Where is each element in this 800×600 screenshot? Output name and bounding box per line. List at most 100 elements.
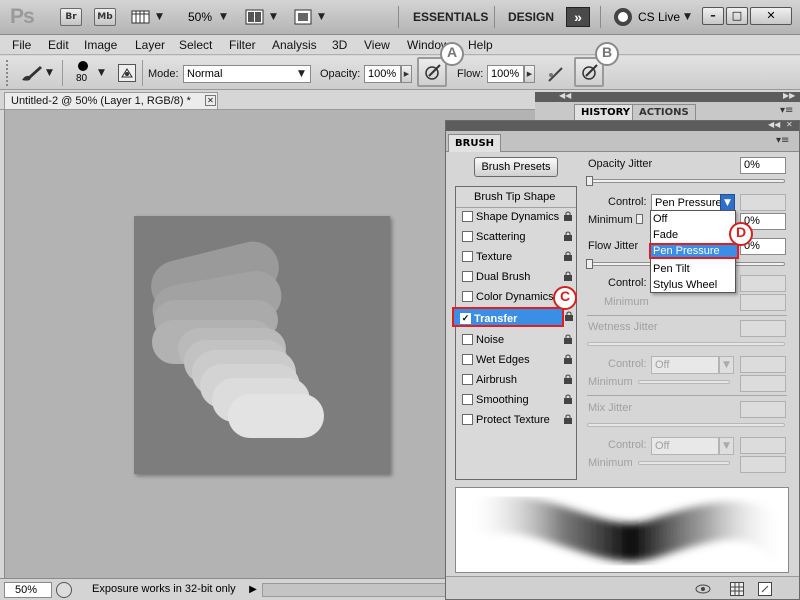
arrange-documents-icon[interactable]: [244, 8, 266, 26]
history-panel-header[interactable]: ◀◀ ▶▶: [535, 91, 800, 102]
chevron-down-icon[interactable]: ▼: [98, 68, 105, 78]
chevron-down-icon[interactable]: ▼: [220, 12, 227, 22]
checkbox[interactable]: ✓: [460, 313, 471, 324]
document-canvas[interactable]: [134, 216, 390, 474]
status-zoom-input[interactable]: 50%: [4, 582, 52, 598]
brush-preview-icon[interactable]: [78, 61, 88, 71]
tab-history[interactable]: HISTORY: [574, 104, 638, 121]
checkbox[interactable]: [462, 231, 473, 242]
brush-panel-toggle-icon[interactable]: [118, 64, 136, 82]
status-arrow-icon[interactable]: ▶: [246, 582, 260, 598]
checkbox[interactable]: [462, 251, 473, 262]
new-brush-icon[interactable]: [758, 582, 772, 596]
brush-panel-header[interactable]: ◀◀ ✕: [446, 120, 799, 131]
dropdown-option-pen-tilt[interactable]: Pen Tilt: [651, 261, 735, 277]
menu-edit[interactable]: Edit: [48, 38, 69, 52]
menu-view[interactable]: View: [364, 38, 390, 52]
dropdown-option-stylus-wheel[interactable]: Stylus Wheel: [651, 277, 735, 293]
list-item-shape-dynamics[interactable]: Shape Dynamics: [456, 207, 576, 227]
cs-live-icon[interactable]: [614, 8, 632, 26]
photoshop-logo: Ps: [10, 5, 35, 28]
checkbox[interactable]: [462, 291, 473, 302]
grip-handle[interactable]: [6, 60, 12, 86]
dropdown-option-pen-pressure[interactable]: Pen Pressure: [649, 243, 739, 259]
panel-menu-icon[interactable]: ▾≡: [780, 105, 793, 116]
dropdown-option-off[interactable]: Off: [651, 211, 735, 227]
dropdown-option-fade[interactable]: Fade: [651, 227, 735, 243]
checkbox[interactable]: [462, 211, 473, 222]
minimize-button[interactable]: –: [702, 7, 724, 25]
airbrush-icon[interactable]: [545, 63, 567, 85]
flow-input[interactable]: 100%: [487, 65, 524, 83]
view-extras-icon[interactable]: [130, 8, 152, 26]
status-info-icon[interactable]: [56, 582, 72, 598]
list-item-wet-edges[interactable]: Wet Edges: [456, 350, 576, 370]
control-extra-field: [740, 275, 786, 292]
menu-select[interactable]: Select: [179, 38, 212, 52]
close-tab-icon[interactable]: ✕: [205, 95, 216, 106]
panel-menu-icon[interactable]: ▾≡: [776, 135, 789, 146]
document-tab[interactable]: Untitled-2 @ 50% (Layer 1, RGB/8) * ✕: [4, 92, 218, 110]
zoom-level[interactable]: 50%: [188, 10, 212, 24]
menu-image[interactable]: Image: [84, 38, 117, 52]
list-item-smoothing[interactable]: Smoothing: [456, 390, 576, 410]
menu-layer[interactable]: Layer: [135, 38, 165, 52]
chevron-down-icon[interactable]: ▼: [270, 12, 277, 22]
control-label-2: Control:: [608, 277, 647, 289]
slider-thumb[interactable]: [586, 176, 593, 186]
list-item-texture[interactable]: Texture: [456, 247, 576, 267]
opacity-slider-arrow-icon[interactable]: ▶: [401, 65, 412, 83]
mode-select[interactable]: Normal: [183, 65, 311, 83]
lock-icon[interactable]: [564, 311, 574, 321]
checkbox[interactable]: [462, 414, 473, 425]
workspace-essentials[interactable]: ESSENTIALS: [413, 10, 488, 24]
list-item-transfer[interactable]: ✓ Transfer: [452, 307, 564, 327]
chevron-down-icon[interactable]: ▼: [684, 12, 691, 22]
tab-brush[interactable]: BRUSH: [448, 134, 502, 152]
chevron-down-icon[interactable]: ▼: [298, 69, 305, 79]
slider-thumb[interactable]: [586, 259, 593, 269]
slider-thumb[interactable]: [636, 214, 643, 224]
menu-filter[interactable]: Filter: [229, 38, 256, 52]
cs-live-label[interactable]: CS Live: [638, 10, 680, 24]
checkbox[interactable]: [462, 394, 473, 405]
checkbox[interactable]: [462, 334, 473, 345]
tab-actions[interactable]: ACTIONS: [632, 104, 696, 121]
toggle-live-tip-icon[interactable]: [694, 582, 712, 596]
chevron-down-icon[interactable]: ▼: [46, 68, 53, 78]
minimum-field-2: [740, 294, 786, 311]
mini-bridge-button[interactable]: Mb: [94, 8, 116, 26]
list-item-dual-brush[interactable]: Dual Brush: [456, 267, 576, 287]
callout-c: C: [553, 286, 577, 310]
close-button[interactable]: ✕: [750, 7, 792, 25]
list-item-airbrush[interactable]: Airbrush: [456, 370, 576, 390]
minimum-label: Minimum: [588, 214, 633, 226]
opacity-input[interactable]: 100%: [364, 65, 401, 83]
flow-slider-arrow-icon[interactable]: ▶: [524, 65, 535, 83]
status-message: Exposure works in 32-bit only: [92, 583, 236, 595]
grid-icon[interactable]: [730, 582, 744, 596]
screen-mode-icon[interactable]: [292, 8, 314, 26]
checkbox[interactable]: [462, 271, 473, 282]
menu-3d[interactable]: 3D: [332, 38, 347, 52]
workspace-design[interactable]: DESIGN: [508, 10, 554, 24]
opacity-jitter-input[interactable]: 0%: [740, 157, 786, 174]
chevron-down-icon[interactable]: ▼: [318, 12, 325, 22]
menu-file[interactable]: File: [12, 38, 31, 52]
checkbox[interactable]: [462, 354, 473, 365]
list-item-protect-texture[interactable]: Protect Texture: [456, 410, 576, 430]
menu-analysis[interactable]: Analysis: [272, 38, 317, 52]
checkbox[interactable]: [462, 374, 473, 385]
chevron-down-icon[interactable]: ▼: [156, 12, 163, 22]
list-item-scattering[interactable]: Scattering: [456, 227, 576, 247]
bridge-button[interactable]: Br: [60, 8, 82, 26]
more-workspaces-button[interactable]: »: [566, 7, 590, 27]
brush-presets-button[interactable]: Brush Presets: [474, 157, 558, 177]
list-item-noise[interactable]: Noise: [456, 330, 576, 350]
brush-tool-icon[interactable]: [18, 62, 44, 84]
opacity-jitter-slider[interactable]: [587, 179, 785, 183]
maximize-button[interactable]: □: [726, 7, 748, 25]
menu-help[interactable]: Help: [468, 38, 493, 52]
list-item-brush-tip-shape[interactable]: Brush Tip Shape: [456, 187, 576, 207]
brush-size[interactable]: 80: [76, 73, 87, 84]
